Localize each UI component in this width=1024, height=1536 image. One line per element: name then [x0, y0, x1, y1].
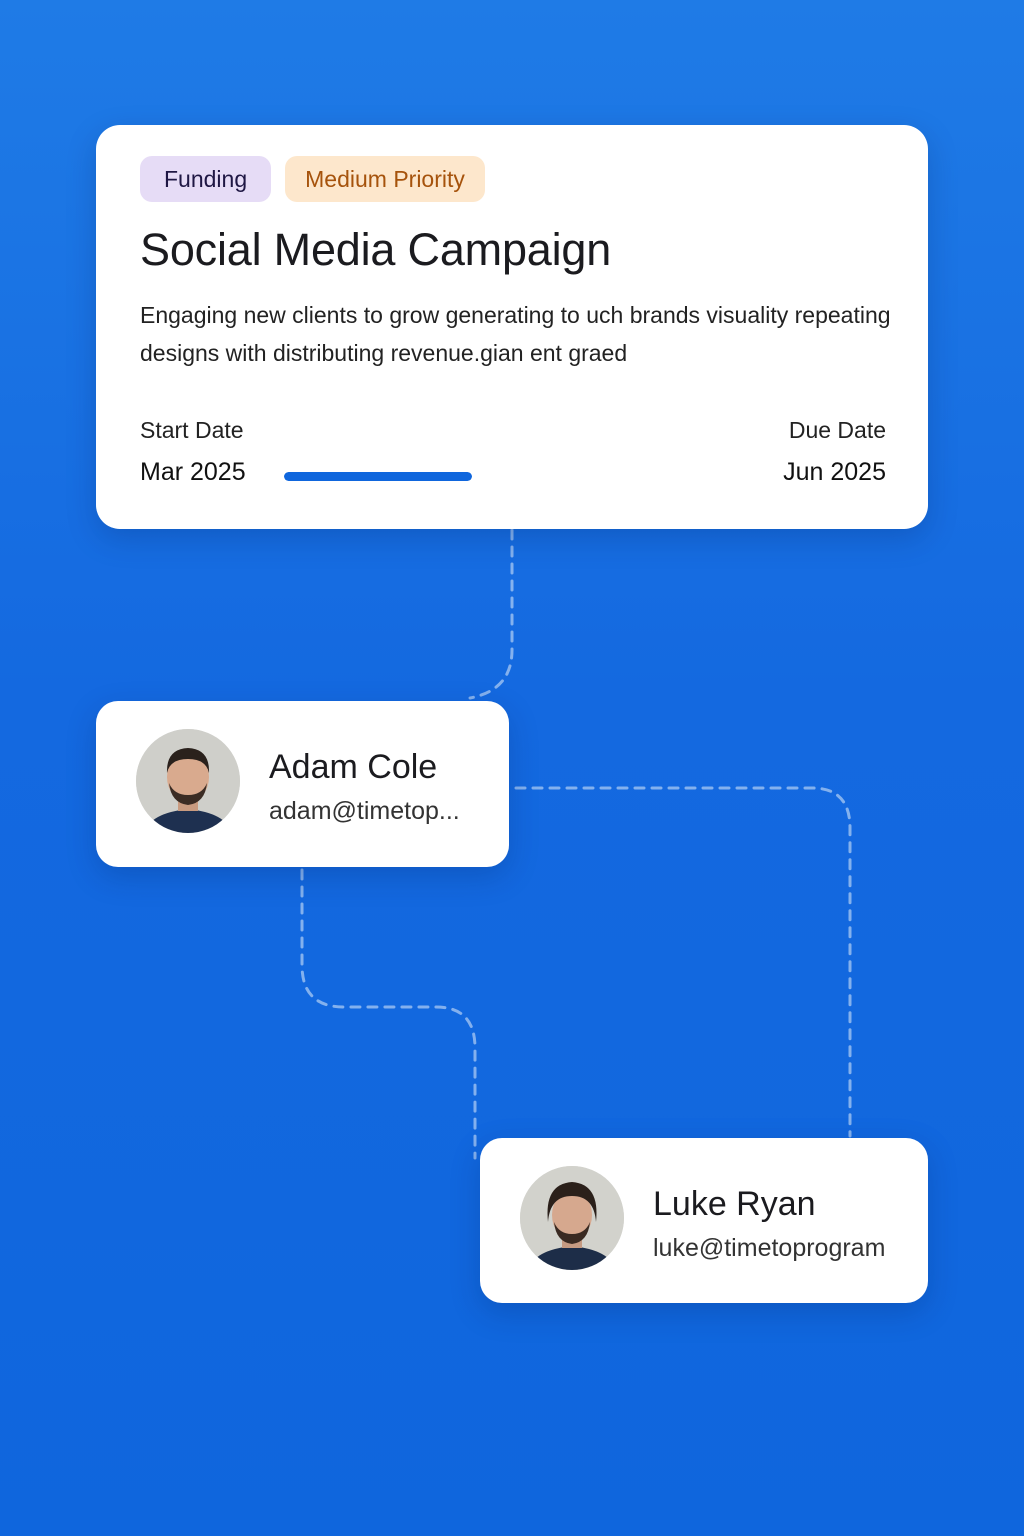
progress-fill [284, 472, 472, 481]
member-card-luke[interactable]: Luke Ryan luke@timetoprogram [480, 1138, 928, 1303]
member-email[interactable]: adam@timetop... [269, 797, 460, 826]
project-card[interactable]: Funding Medium Priority Social Media Cam… [96, 125, 928, 529]
progress-bar [284, 472, 472, 481]
priority-tag[interactable]: Medium Priority [285, 156, 485, 202]
avatar [136, 729, 240, 833]
category-tag[interactable]: Funding [140, 156, 272, 202]
person-avatar-icon [520, 1166, 624, 1270]
start-date-value: Mar 2025 [140, 458, 246, 486]
project-description: Engaging new clients to grow generating … [140, 302, 891, 366]
avatar [520, 1166, 624, 1270]
connector-adam-to-luke-left [300, 868, 477, 1160]
due-date-value: Jun 2025 [783, 458, 886, 486]
connector-adam-to-luke-right [514, 786, 852, 1138]
due-date-label: Due Date [788, 417, 886, 443]
member-email[interactable]: luke@timetoprogram [653, 1234, 885, 1263]
person-avatar-icon [136, 729, 240, 833]
connector-project-to-adam [468, 528, 514, 700]
member-name: Adam Cole [269, 748, 438, 786]
start-date-label: Start Date [140, 417, 244, 443]
project-title: Social Media Campaign [140, 224, 612, 275]
member-name: Luke Ryan [653, 1185, 816, 1223]
member-card-adam[interactable]: Adam Cole adam@timetop... [96, 701, 509, 867]
tag-row: Funding Medium Priority [140, 156, 485, 202]
